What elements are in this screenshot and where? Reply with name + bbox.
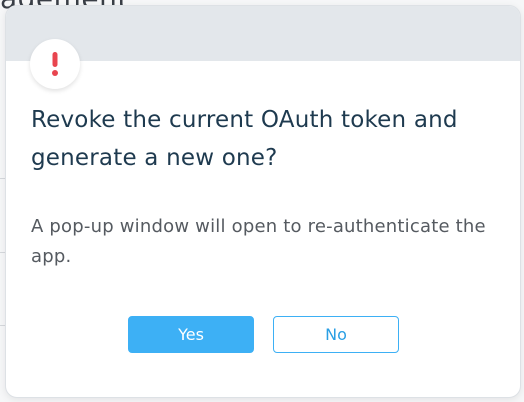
dialog-message: A pop-up window will open to re-authenti… — [31, 216, 486, 267]
dialog-header-band — [6, 6, 520, 61]
alert-badge — [30, 39, 80, 89]
yes-button[interactable]: Yes — [128, 316, 254, 353]
no-button[interactable]: No — [273, 316, 399, 353]
confirm-dialog: Revoke the current OAuth token and gener… — [5, 5, 521, 398]
exclamation-icon — [52, 52, 58, 76]
dialog-title: Revoke the current OAuth token and gener… — [31, 107, 458, 171]
